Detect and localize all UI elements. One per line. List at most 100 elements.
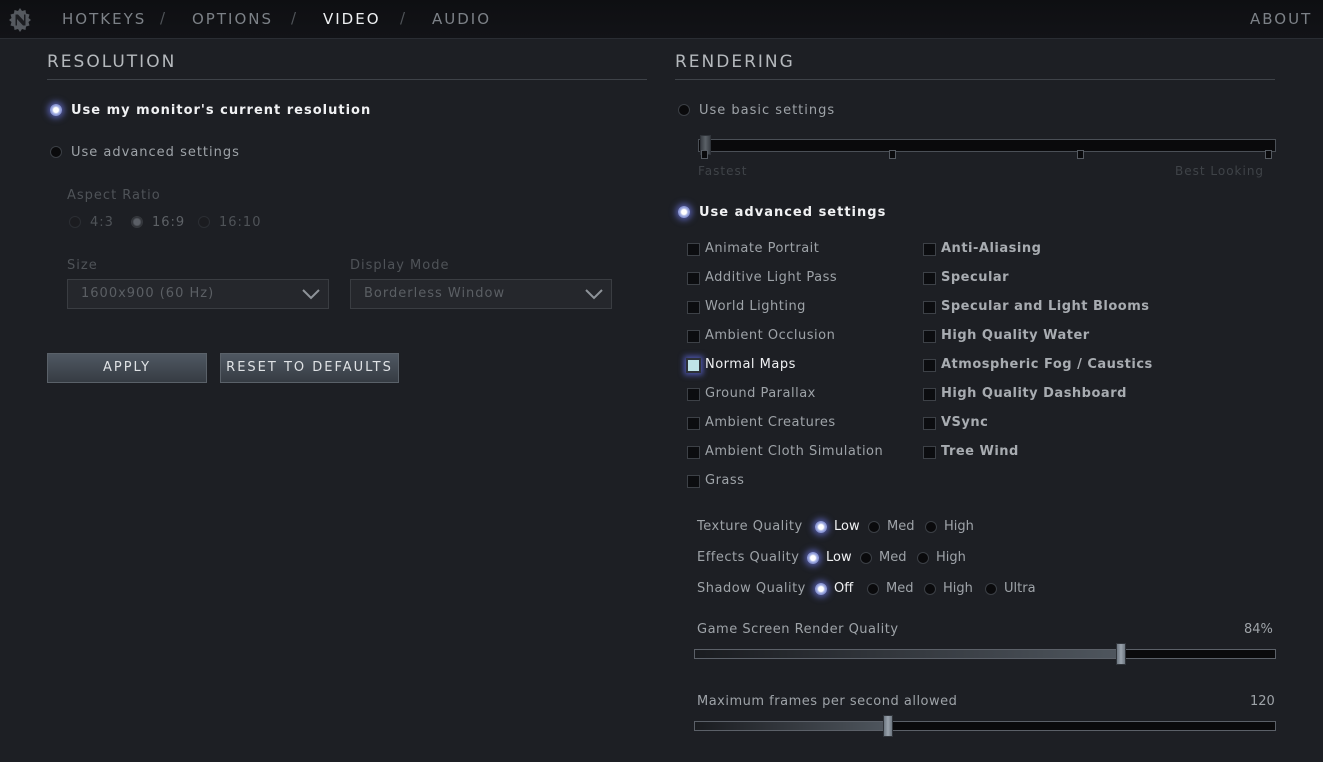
use-advanced-resolution-radio[interactable] [50,146,62,158]
chevron-down-icon [585,289,603,300]
ambient-cloth-simulation-label[interactable]: Ambient Cloth Simulation [705,444,883,459]
shadow-high-label[interactable]: High [943,581,973,596]
texture-low-label[interactable]: Low [834,519,860,534]
aspect-16-9-radio[interactable] [131,216,143,228]
high-quality-water-checkbox[interactable] [923,330,936,343]
size-value: 1600x900 (60 Hz) [81,286,215,301]
use-basic-settings-radio[interactable] [678,104,690,116]
basic-quality-slider[interactable] [698,135,1276,155]
high-quality-dashboard-checkbox[interactable] [923,388,936,401]
display-mode-dropdown[interactable]: Borderless Window [350,279,612,309]
use-advanced-rendering-radio[interactable] [678,206,690,218]
tab-options[interactable]: OPTIONS [192,10,273,28]
render-quality-slider-thumb[interactable] [1116,643,1127,665]
texture-med-radio[interactable] [868,521,880,533]
render-quality-label: Game Screen Render Quality [697,622,899,637]
grass-checkbox[interactable] [687,475,700,488]
world-lighting-checkbox[interactable] [687,301,700,314]
ambient-creatures-label[interactable]: Ambient Creatures [705,415,836,430]
texture-quality-label: Texture Quality [697,519,803,534]
chevron-down-icon [302,289,320,300]
gear-logo-icon[interactable] [6,6,34,34]
aspect-16-10-radio[interactable] [198,216,210,228]
tree-wind-label[interactable]: Tree Wind [941,444,1019,459]
texture-low-radio[interactable] [815,521,827,533]
max-fps-slider[interactable] [694,715,1276,737]
world-lighting-label[interactable]: World Lighting [705,299,806,314]
ground-parallax-checkbox[interactable] [687,388,700,401]
effects-med-label[interactable]: Med [879,550,906,565]
shadow-off-label[interactable]: Off [834,581,853,596]
size-dropdown[interactable]: 1600x900 (60 Hz) [67,279,329,309]
ambient-creatures-checkbox[interactable] [687,417,700,430]
size-label: Size [67,258,98,273]
ambient-cloth-simulation-checkbox[interactable] [687,446,700,459]
shadow-ultra-radio[interactable] [985,583,997,595]
display-mode-label: Display Mode [350,258,450,273]
grass-label[interactable]: Grass [705,473,744,488]
effects-med-radio[interactable] [860,552,872,564]
effects-quality-label: Effects Quality [697,550,800,565]
shadow-quality-label: Shadow Quality [697,581,806,596]
atmospheric-fog-caustics-checkbox[interactable] [923,359,936,372]
effects-high-radio[interactable] [917,552,929,564]
aspect-4-3-radio[interactable] [69,216,81,228]
high-quality-water-label[interactable]: High Quality Water [941,328,1090,343]
tab-hotkeys[interactable]: HOTKEYS [62,10,146,28]
apply-button[interactable]: APPLY [47,353,207,383]
texture-high-label[interactable]: High [944,519,974,534]
animate-portrait-checkbox[interactable] [687,243,700,256]
ambient-occlusion-checkbox[interactable] [687,330,700,343]
reset-to-defaults-button[interactable]: RESET TO DEFAULTS [220,353,399,383]
display-mode-value: Borderless Window [364,286,506,301]
shadow-med-label[interactable]: Med [886,581,913,596]
aspect-16-10-label[interactable]: 16:10 [219,215,261,230]
use-advanced-rendering-label[interactable]: Use advanced settings [699,205,886,220]
aspect-4-3-label[interactable]: 4:3 [90,215,114,230]
normal-maps-label[interactable]: Normal Maps [705,357,796,372]
ambient-occlusion-label[interactable]: Ambient Occlusion [705,328,835,343]
aspect-16-9-label[interactable]: 16:9 [152,215,185,230]
rendering-title: RENDERING [675,52,795,72]
shadow-med-radio[interactable] [867,583,879,595]
shadow-high-radio[interactable] [924,583,936,595]
specular-checkbox[interactable] [923,272,936,285]
vsync-label[interactable]: VSync [941,415,988,430]
effects-low-radio[interactable] [807,552,819,564]
texture-med-label[interactable]: Med [887,519,914,534]
anti-aliasing-checkbox[interactable] [923,243,936,256]
additive-light-pass-label[interactable]: Additive Light Pass [705,270,837,285]
max-fps-value: 120 [1250,694,1275,709]
normal-maps-checkbox[interactable] [686,358,701,373]
effects-low-label[interactable]: Low [826,550,852,565]
specular-label[interactable]: Specular [941,270,1009,285]
animate-portrait-label[interactable]: Animate Portrait [705,241,819,256]
ground-parallax-label[interactable]: Ground Parallax [705,386,816,401]
shadow-off-radio[interactable] [815,583,827,595]
slider-tick [1265,150,1272,159]
specular-and-light-blooms-label[interactable]: Specular and Light Blooms [941,299,1150,314]
atmospheric-fog-caustics-label[interactable]: Atmospheric Fog / Caustics [941,357,1153,372]
render-quality-slider[interactable] [694,643,1276,665]
anti-aliasing-label[interactable]: Anti-Aliasing [941,241,1041,256]
resolution-title: RESOLUTION [47,52,177,72]
tab-video[interactable]: VIDEO [323,10,381,28]
use-current-resolution-label[interactable]: Use my monitor's current resolution [71,103,371,118]
additive-light-pass-checkbox[interactable] [687,272,700,285]
top-nav-bar: HOTKEYS / OPTIONS / VIDEO / AUDIO ABOUT [0,0,1323,39]
max-fps-slider-thumb[interactable] [883,715,894,737]
effects-high-label[interactable]: High [936,550,966,565]
vsync-checkbox[interactable] [923,417,936,430]
nav-separator: / [160,9,166,27]
texture-high-radio[interactable] [925,521,937,533]
specular-and-light-blooms-checkbox[interactable] [923,301,936,314]
use-current-resolution-radio[interactable] [50,104,62,116]
use-basic-settings-label[interactable]: Use basic settings [699,103,835,118]
tree-wind-checkbox[interactable] [923,446,936,459]
high-quality-dashboard-label[interactable]: High Quality Dashboard [941,386,1127,401]
tab-about[interactable]: ABOUT [1250,10,1312,28]
shadow-ultra-label[interactable]: Ultra [1004,581,1036,596]
tab-audio[interactable]: AUDIO [432,10,491,28]
use-advanced-resolution-label[interactable]: Use advanced settings [71,145,240,160]
fastest-label: Fastest [698,164,748,178]
